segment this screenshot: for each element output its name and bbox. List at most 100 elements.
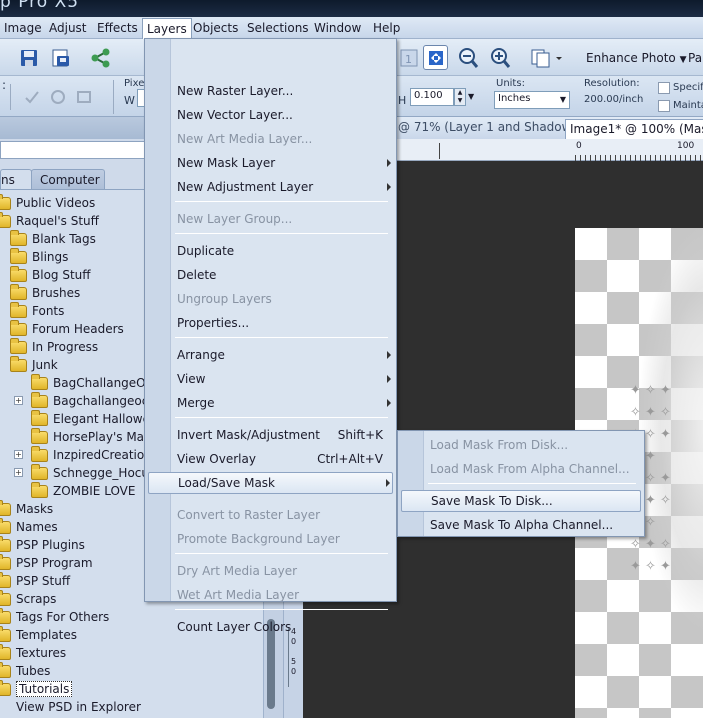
menu-item-duplicate[interactable]: Duplicate — [148, 240, 393, 262]
tab-ns[interactable]: ns — [0, 169, 32, 189]
tree-item-zombie-love[interactable]: ZOMBIE LOVE — [31, 481, 135, 500]
menu-item-arrange[interactable]: Arrange — [148, 344, 393, 366]
menu-item-promote-background-layer[interactable]: Promote Background Layer — [148, 528, 393, 550]
save-icon[interactable] — [16, 45, 41, 70]
maintain-checkbox[interactable] — [658, 100, 670, 112]
menu-item-save-mask-to-alpha-channel[interactable]: Save Mask To Alpha Channel... — [401, 514, 641, 536]
menu-separator — [175, 609, 388, 610]
menu-layers[interactable]: Layers — [142, 18, 192, 39]
toolbar-grip — [2, 45, 16, 70]
tree-item-scraps[interactable]: Scraps — [0, 589, 56, 608]
menu-item-new-adjustment-layer[interactable]: New Adjustment Layer — [148, 176, 393, 198]
height-spinner[interactable]: ▲ ▼ — [454, 88, 466, 106]
tree-item-in-progress[interactable]: In Progress — [10, 337, 99, 356]
tree-item-textures[interactable]: Textures — [0, 643, 66, 662]
menu-item-ungroup-layers[interactable]: Ungroup Layers — [148, 288, 393, 310]
save-as-icon[interactable] — [48, 45, 73, 70]
tree-item-inzpiredcreation[interactable]: InzpiredCreation — [31, 445, 152, 464]
tree-item-schnegge-hocu[interactable]: Schnegge_Hocu — [31, 463, 149, 482]
grid-icon[interactable]: 1 — [396, 45, 421, 70]
tree-item-psp-plugins[interactable]: PSP Plugins — [0, 535, 85, 554]
menu-item-new-raster-layer[interactable]: New Raster Layer... — [148, 80, 393, 102]
menu-item-view[interactable]: View — [148, 368, 393, 390]
menu-item-load-mask-from-alpha-channel[interactable]: Load Mask From Alpha Channel... — [401, 458, 641, 480]
menu-separator — [175, 201, 388, 202]
menu-adjust[interactable]: Adjust — [49, 21, 87, 35]
menu-item-count-layer-colors[interactable]: Count Layer Colors — [148, 616, 393, 638]
tree-item-junk[interactable]: Junk — [10, 355, 58, 374]
tree-item-view-psd-in-explorer[interactable]: View PSD in Explorer — [0, 698, 141, 716]
tree-item-brushes[interactable]: Brushes — [10, 283, 80, 302]
tab-computer[interactable]: Computer — [31, 169, 105, 189]
tree-item-names[interactable]: Names — [0, 517, 58, 536]
tree-item-public-videos[interactable]: Public Videos — [0, 193, 95, 212]
tree-item-raquel-s-stuff[interactable]: Raquel's Stuff — [0, 211, 99, 230]
menu-item-new-mask-layer[interactable]: New Mask Layer — [148, 152, 393, 174]
tree-item-fonts[interactable]: Fonts — [10, 301, 64, 320]
palettes-button[interactable]: Pal — [688, 51, 703, 65]
document-tab-2[interactable]: Image1* @ 100% (Mask - F — [565, 119, 703, 139]
tree-item-label: Templates — [16, 628, 78, 642]
tree-item-bagchallangeocts[interactable]: BagchallangeoctS — [31, 391, 161, 410]
expand-icon[interactable]: + — [14, 396, 23, 405]
tree-item-tubes[interactable]: Tubes — [0, 661, 50, 680]
expand-icon[interactable]: + — [14, 468, 23, 477]
menu-item-new-vector-layer[interactable]: New Vector Layer... — [148, 104, 393, 126]
enhance-photo-button[interactable]: Enhance Photo ▼ — [586, 51, 687, 65]
tree-item-label: In Progress — [32, 340, 99, 354]
menu-item-view-overlay[interactable]: View Overlay Ctrl+Alt+V — [148, 448, 393, 470]
menu-item-load-save-mask[interactable]: Load/Save Mask — [148, 472, 393, 494]
menu-item-new-art-media-layer[interactable]: New Art Media Layer... — [148, 128, 393, 150]
tree-item-templates[interactable]: Templates — [0, 625, 78, 644]
tree-item-tutorials[interactable]: Tutorials — [0, 679, 73, 698]
folder-icon — [0, 535, 11, 552]
document-tab-1[interactable]: @ 71% (Layer 1 and Shadow) — [398, 120, 576, 134]
arrange-icon[interactable] — [527, 45, 567, 70]
menu-effects[interactable]: Effects — [97, 21, 138, 35]
menu-item-invert-mask-adjustment[interactable]: Invert Mask/Adjustment Shift+K — [148, 424, 393, 446]
tree-item-psp-program[interactable]: PSP Program — [0, 553, 93, 572]
tree-item-forum-headers[interactable]: Forum Headers — [10, 319, 124, 338]
menu-window[interactable]: Window — [314, 21, 361, 35]
units-select[interactable]: Inches ▼ — [494, 91, 570, 109]
menu-item-label: View Overlay — [177, 452, 256, 466]
menu-selections[interactable]: Selections — [247, 21, 309, 35]
menu-objects[interactable]: Objects — [193, 21, 238, 35]
menu-item-merge[interactable]: Merge — [148, 392, 393, 414]
tree-item-horseplay-s-mask[interactable]: HorsePlay's Mask — [31, 427, 157, 446]
menu-item-save-mask-to-disk[interactable]: Save Mask To Disk... — [401, 490, 641, 512]
menu-shortcut: Shift+K — [337, 428, 383, 442]
menu-item-load-mask-from-disk[interactable]: Load Mask From Disk... — [401, 434, 641, 456]
divider — [10, 84, 11, 110]
menu-item-properties[interactable]: Properties... — [148, 312, 393, 334]
tree-item-elegant-hallowee[interactable]: Elegant Hallowee — [31, 409, 157, 428]
menu-item-dry-art-media-layer[interactable]: Dry Art Media Layer — [148, 560, 393, 582]
menu-item-new-layer-group[interactable]: New Layer Group... — [148, 208, 393, 230]
expand-icon[interactable]: + — [14, 450, 23, 459]
tree-item-blank-tags[interactable]: Blank Tags — [10, 229, 96, 248]
tree-item-blog-stuff[interactable]: Blog Stuff — [10, 265, 91, 284]
menu-bar: Image Adjust Effects Layers Objects Selection… — [0, 17, 703, 39]
menu-item-convert-to-raster-layer[interactable]: Convert to Raster Layer — [148, 504, 393, 526]
specify-checkbox[interactable] — [658, 82, 670, 94]
spinner-arrow-icon[interactable]: ▼ — [468, 88, 478, 106]
share-icon[interactable] — [88, 45, 113, 70]
fit-window-icon[interactable] — [423, 45, 448, 70]
maintain-label: Maintai — [673, 100, 703, 111]
zoom-out-icon[interactable] — [455, 45, 480, 70]
menu-image[interactable]: Image — [4, 21, 42, 35]
menu-item-delete[interactable]: Delete — [148, 264, 393, 286]
menu-help[interactable]: Help — [373, 21, 400, 35]
menu-item-label: View — [177, 372, 206, 386]
tree-item-psp-stuff[interactable]: PSP Stuff — [0, 571, 70, 590]
tree-item-tags-for-others[interactable]: Tags For Others — [0, 607, 109, 626]
tree-item-blings[interactable]: Blings — [10, 247, 68, 266]
height-field[interactable]: 0.100 — [410, 88, 454, 106]
tree-item-bagchallangeoct[interactable]: BagChallangeOct — [31, 373, 157, 392]
menu-item-wet-art-media-layer[interactable]: Wet Art Media Layer — [148, 584, 393, 606]
menu-item-label: Save Mask To Disk... — [431, 494, 553, 508]
tree-item-masks[interactable]: Masks — [0, 499, 53, 518]
zoom-in-icon[interactable] — [487, 45, 512, 70]
tree-item-label: Raquel's Stuff — [16, 214, 99, 228]
folder-icon — [0, 625, 11, 642]
